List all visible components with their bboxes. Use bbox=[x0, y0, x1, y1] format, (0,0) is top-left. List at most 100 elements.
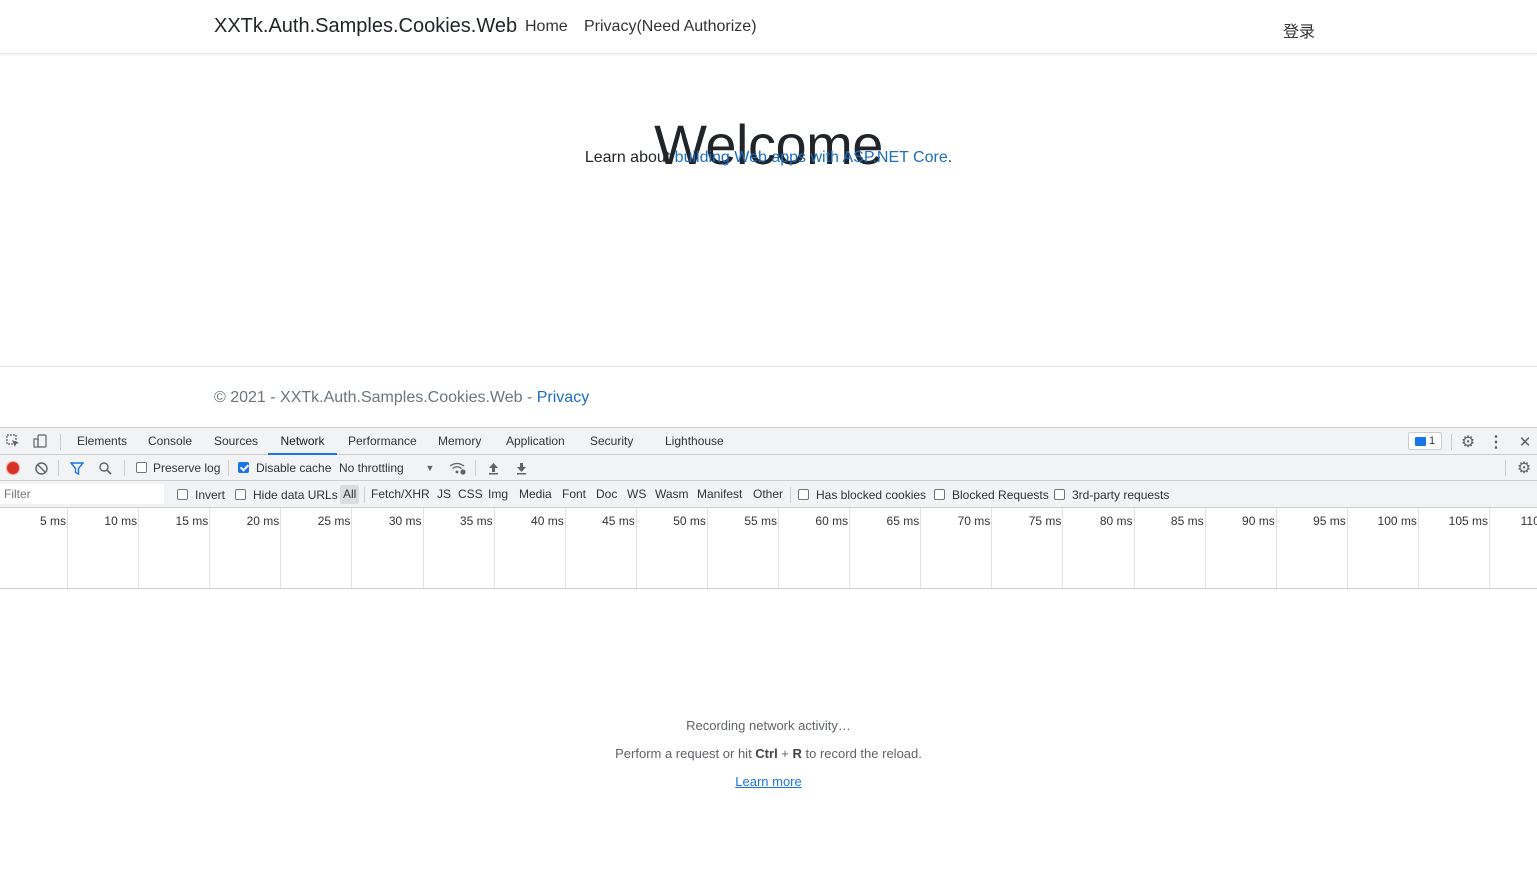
timeline-tick bbox=[849, 508, 851, 588]
type-filter-wasm[interactable]: Wasm bbox=[653, 485, 691, 504]
learn-more-row: Learn more bbox=[0, 774, 1537, 789]
clear-icon[interactable] bbox=[33, 460, 49, 476]
hint-prefix: Perform a request or hit bbox=[615, 746, 756, 761]
toolbar-separator bbox=[1505, 460, 1506, 476]
learn-about-text: Learn about building Web apps with ASP.N… bbox=[0, 149, 1537, 167]
message-icon bbox=[1414, 436, 1426, 446]
learn-prefix: Learn about bbox=[584, 149, 675, 166]
timeline-tick-label: 90 ms bbox=[1242, 514, 1275, 528]
network-settings-gear-icon[interactable]: ⚙ bbox=[1515, 459, 1533, 477]
tab-console[interactable]: Console bbox=[148, 428, 192, 455]
site-navbar: XXTk.Auth.Samples.Cookies.Web Home Priva… bbox=[0, 0, 1537, 54]
export-har-icon[interactable] bbox=[514, 460, 528, 476]
tab-lighthouse[interactable]: Lighthouse bbox=[665, 428, 724, 455]
import-har-icon[interactable] bbox=[486, 460, 500, 476]
tab-security[interactable]: Security bbox=[590, 428, 633, 455]
site-footer: © 2021 - XXTk.Auth.Samples.Cookies.Web -… bbox=[0, 366, 1537, 427]
network-overview-timeline[interactable]: 5 ms 10 ms 15 ms 20 ms 25 ms 30 ms 35 ms 40 ms 4… bbox=[0, 508, 1537, 589]
third-party-requests-checkbox[interactable] bbox=[1054, 489, 1065, 500]
type-filter-css[interactable]: CSS bbox=[456, 485, 485, 504]
tab-application[interactable]: Application bbox=[506, 428, 565, 455]
blocked-requests-label: Blocked Requests bbox=[952, 488, 1049, 502]
recording-status-text: Recording network activity… bbox=[686, 718, 851, 733]
timeline-tick-label: 45 ms bbox=[602, 514, 635, 528]
toolbar-separator bbox=[228, 460, 229, 476]
timeline-tick-label: 20 ms bbox=[246, 514, 280, 528]
hint-suffix: to record the reload. bbox=[801, 746, 922, 761]
filter-separator bbox=[790, 487, 791, 503]
filter-icon[interactable] bbox=[69, 460, 85, 476]
hint-key-ctrl: Ctrl bbox=[755, 746, 778, 761]
aspnet-docs-link[interactable]: building Web apps with ASP.NET Core bbox=[675, 149, 948, 166]
type-filter-font[interactable]: Font bbox=[560, 485, 588, 504]
record-stop-button[interactable] bbox=[7, 462, 19, 474]
settings-gear-icon[interactable]: ⚙ bbox=[1459, 433, 1477, 451]
timeline-tick bbox=[706, 508, 708, 588]
tab-elements[interactable]: Elements bbox=[77, 428, 127, 455]
invert-checkbox[interactable] bbox=[177, 489, 188, 500]
timeline-tick-label: 75 ms bbox=[1028, 514, 1062, 528]
timeline-tick-label: 100 ms bbox=[1377, 514, 1417, 528]
throttling-select[interactable]: No throttling bbox=[339, 461, 404, 475]
footer-copyright: © 2021 - XXTk.Auth.Samples.Cookies.Web - bbox=[214, 389, 537, 406]
inspect-element-icon[interactable] bbox=[5, 433, 21, 449]
nav-home-link[interactable]: Home bbox=[525, 18, 568, 36]
third-party-requests-label: 3rd-party requests bbox=[1072, 488, 1170, 502]
network-toolbar: Preserve log Disable cache No throttling… bbox=[0, 455, 1537, 481]
timeline-tick bbox=[1417, 508, 1419, 588]
type-filter-manifest[interactable]: Manifest bbox=[695, 485, 744, 504]
chevron-down-icon[interactable]: ▼ bbox=[424, 460, 436, 476]
timeline-tick bbox=[138, 508, 140, 588]
timeline-tick bbox=[67, 508, 68, 588]
footer-privacy-link[interactable]: Privacy bbox=[537, 389, 589, 406]
issues-badge[interactable]: 1 bbox=[1408, 432, 1442, 450]
timeline-tick bbox=[1133, 508, 1135, 588]
timeline-tick bbox=[1204, 508, 1206, 588]
timeline-tick bbox=[493, 508, 495, 588]
filter-input[interactable] bbox=[0, 484, 164, 504]
hide-data-urls-checkbox[interactable] bbox=[235, 489, 246, 500]
nav-login-link[interactable]: 登录 bbox=[1283, 18, 1315, 42]
type-filter-other[interactable]: Other bbox=[751, 485, 785, 504]
has-blocked-cookies-checkbox[interactable] bbox=[798, 489, 809, 500]
timeline-tick-label: 35 ms bbox=[459, 514, 493, 528]
type-filter-fetch-xhr[interactable]: Fetch/XHR bbox=[369, 485, 432, 504]
tab-sources[interactable]: Sources bbox=[214, 428, 258, 455]
timeline-tick-label: 95 ms bbox=[1313, 514, 1346, 528]
devtools-panel: Elements Console Sources Network Perform… bbox=[0, 427, 1537, 891]
learn-more-link[interactable]: Learn more bbox=[735, 774, 801, 789]
timeline-tick bbox=[422, 508, 424, 588]
site-brand-link[interactable]: XXTk.Auth.Samples.Cookies.Web bbox=[214, 15, 517, 38]
type-filter-img[interactable]: Img bbox=[486, 485, 510, 504]
disable-cache-checkbox[interactable] bbox=[238, 462, 249, 473]
devtools-tabbar: Elements Console Sources Network Perform… bbox=[0, 427, 1537, 455]
timeline-tick bbox=[280, 508, 282, 588]
timeline-tick-label: 25 ms bbox=[317, 514, 351, 528]
more-options-icon[interactable]: ⋮ bbox=[1488, 433, 1504, 451]
type-filter-media[interactable]: Media bbox=[517, 485, 554, 504]
network-filter-bar: Invert Hide data URLs All Fetch/XHR JS C… bbox=[0, 481, 1537, 508]
close-devtools-icon[interactable]: ✕ bbox=[1517, 433, 1533, 451]
search-icon[interactable] bbox=[97, 460, 113, 476]
preserve-log-checkbox[interactable] bbox=[136, 462, 147, 473]
footer-text: © 2021 - XXTk.Auth.Samples.Cookies.Web -… bbox=[214, 389, 589, 407]
tab-memory[interactable]: Memory bbox=[438, 428, 481, 455]
type-filter-js[interactable]: JS bbox=[435, 485, 453, 504]
network-conditions-icon[interactable] bbox=[448, 460, 466, 476]
type-filter-doc[interactable]: Doc bbox=[594, 485, 619, 504]
toolbar-separator bbox=[124, 460, 125, 476]
type-filter-all[interactable]: All bbox=[340, 485, 360, 504]
tab-performance[interactable]: Performance bbox=[348, 428, 417, 455]
timeline-tick bbox=[564, 508, 566, 588]
blocked-requests-checkbox[interactable] bbox=[934, 489, 945, 500]
timeline-tick bbox=[209, 508, 211, 588]
tab-network[interactable]: Network bbox=[268, 428, 337, 455]
timeline-tick bbox=[778, 508, 779, 588]
timeline-tick-label: 85 ms bbox=[1170, 514, 1204, 528]
timeline-tick bbox=[351, 508, 353, 588]
learn-suffix: . bbox=[947, 149, 953, 166]
tabbar-separator bbox=[1451, 434, 1452, 450]
nav-privacy-link[interactable]: Privacy(Need Authorize) bbox=[584, 18, 757, 36]
type-filter-ws[interactable]: WS bbox=[625, 485, 648, 504]
device-toolbar-icon[interactable] bbox=[32, 433, 48, 449]
